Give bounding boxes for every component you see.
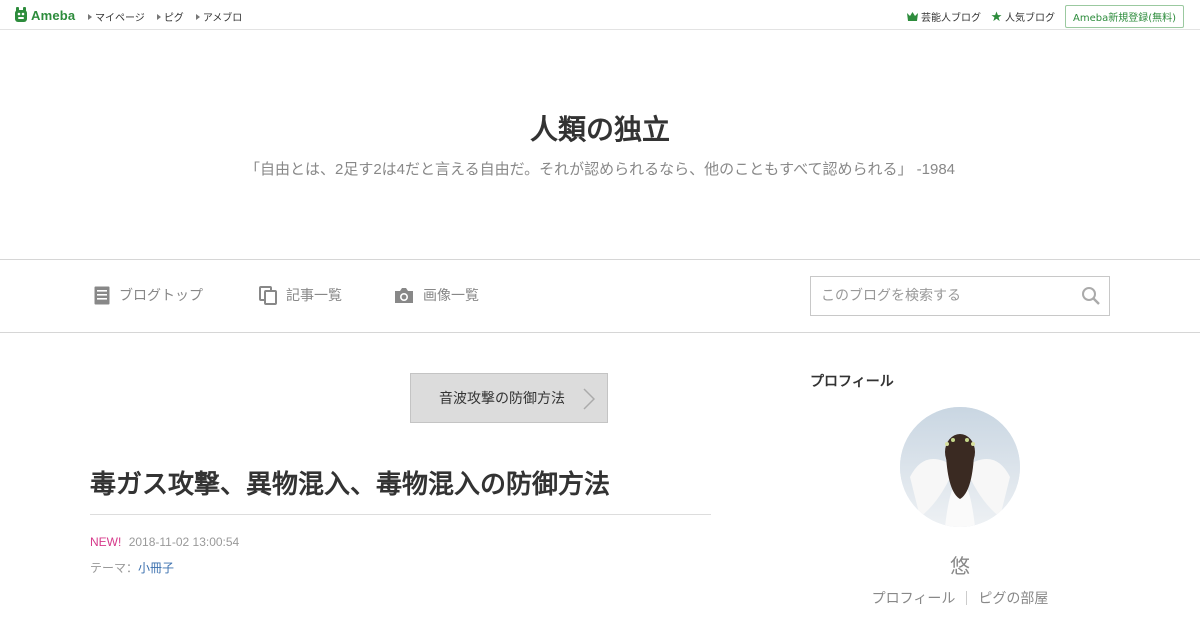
blog-search [810, 276, 1110, 316]
amebro-link[interactable]: アメブロ [195, 9, 243, 24]
entry-meta: NEW! 2018-11-02 13:00:54 [90, 535, 239, 549]
popular-blog-label: 人気ブログ [1004, 13, 1055, 24]
profile-photo [900, 407, 1020, 527]
pigg-link[interactable]: ピグ [156, 9, 184, 24]
nav-image-list-label: 画像一覧 [423, 288, 479, 304]
entry-title[interactable]: 毒ガス攻撃、異物混入、毒物混入の防御方法 [90, 464, 610, 501]
star-icon [991, 11, 1002, 22]
caret-right-icon [156, 13, 161, 20]
profile-nickname[interactable]: 悠 [900, 550, 1020, 579]
global-nav: マイページ ピグ アメブロ [88, 9, 242, 24]
profile-link[interactable]: プロフィール [861, 588, 967, 608]
avatar[interactable] [900, 407, 1020, 527]
entry-datetime: 2018-11-02 13:00:54 [128, 535, 240, 549]
nav-blog-top[interactable]: ブログトップ [94, 285, 203, 305]
mypage-label: マイページ [95, 13, 145, 24]
prev-entry-button[interactable]: 音波攻撃の防御方法 [410, 373, 608, 423]
header-right: 芸能人ブログ 人気ブログ Ameba新規登録(無料) [906, 5, 1184, 28]
title-divider [90, 514, 711, 515]
profile-links: プロフィール ピグの部屋 [860, 588, 1060, 608]
global-header: Ameba マイページ ピグ アメブロ 芸能人ブログ 人気ブログ Ameba新規… [0, 0, 1200, 30]
caret-right-icon [195, 13, 200, 20]
theme-link[interactable]: 小冊子 [138, 561, 174, 575]
nav-blog-top-label: ブログトップ [119, 288, 203, 304]
ameba-mascot-icon [15, 7, 27, 22]
nav-entry-list-label: 記事一覧 [286, 288, 342, 304]
copy-icon [259, 285, 277, 305]
entry-theme: テーマ：小冊子 [90, 559, 174, 576]
chevron-right-icon [583, 388, 595, 410]
logo-text: Ameba [31, 7, 76, 23]
profile-heading: プロフィール [810, 374, 894, 390]
celebrity-blog-link[interactable]: 芸能人ブログ [906, 9, 981, 24]
search-input[interactable] [811, 277, 1061, 315]
camera-icon [395, 287, 413, 303]
mypage-link[interactable]: マイページ [88, 9, 145, 24]
blog-title[interactable]: 人類の独立 [0, 108, 1200, 148]
new-badge: NEW! [90, 535, 122, 549]
pigg-room-link[interactable]: ピグの部屋 [967, 588, 1059, 608]
caret-right-icon [88, 13, 92, 20]
amebro-label: アメブロ [202, 13, 243, 24]
search-icon[interactable] [1081, 286, 1101, 306]
nav-entry-list[interactable]: 記事一覧 [259, 285, 342, 305]
document-icon [94, 286, 110, 304]
ameba-logo[interactable]: Ameba [14, 6, 75, 24]
theme-label: テーマ： [90, 561, 139, 575]
prev-entry-label: 音波攻撃の防御方法 [439, 391, 565, 407]
blog-description: 「自由とは、2足す2は4だと言える自由だ。それが認められるなら、他のこともすべて… [244, 161, 955, 178]
register-button[interactable]: Ameba新規登録(無料) [1064, 5, 1184, 28]
blog-nav: ブログトップ 記事一覧 画像一覧 [0, 259, 1200, 333]
celebrity-blog-label: 芸能人ブログ [920, 13, 981, 24]
popular-blog-link[interactable]: 人気ブログ [991, 9, 1055, 24]
pigg-label: ピグ [163, 13, 184, 24]
nav-image-list[interactable]: 画像一覧 [394, 285, 479, 305]
crown-icon [906, 12, 918, 21]
